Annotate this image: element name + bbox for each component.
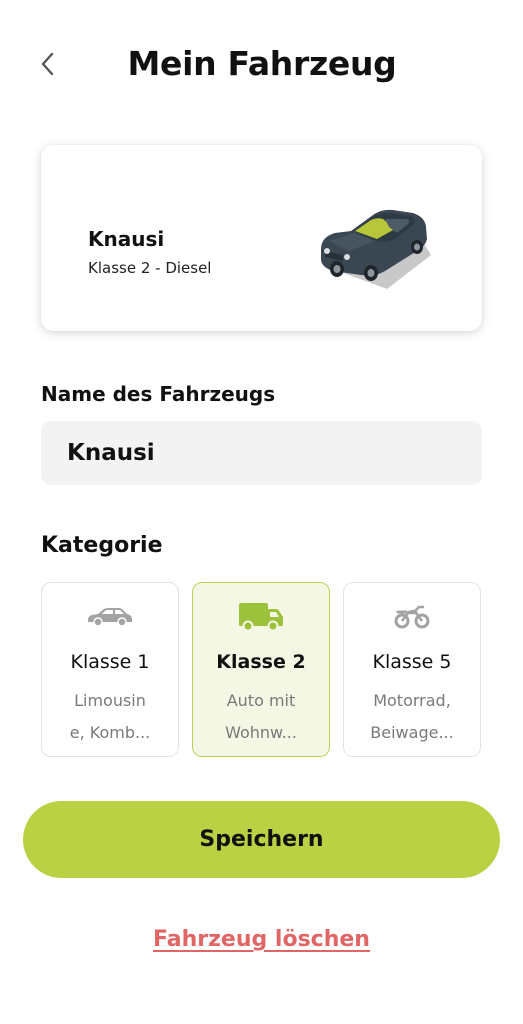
motorcycle-icon: [394, 605, 430, 629]
category-tile-klasse-2[interactable]: Klasse 2 Auto mit Wohnw...: [192, 582, 330, 757]
category-title: Klasse 1: [70, 651, 150, 673]
category-title: Klasse 5: [372, 651, 452, 673]
save-button[interactable]: Speichern: [23, 801, 500, 878]
category-tile-klasse-1[interactable]: Klasse 1 Limousin e, Komb...: [41, 582, 179, 757]
category-title: Klasse 2: [216, 651, 306, 673]
vehicle-name-label: Name des Fahrzeugs: [41, 382, 276, 406]
category-description: Limousin e, Komb...: [69, 691, 151, 742]
vehicle-name-input[interactable]: [41, 421, 482, 485]
delete-vehicle-link[interactable]: Fahrzeug löschen: [0, 927, 523, 952]
category-description: Auto mit Wohnw...: [225, 691, 297, 742]
page-title: Mein Fahrzeug: [127, 44, 397, 83]
car-illustration: [321, 209, 431, 289]
category-options: Klasse 1 Limousin e, Komb... Klasse 2 Au…: [41, 582, 482, 757]
category-description: Motorrad, Beiwage...: [370, 691, 454, 742]
vehicle-screen: Mein Fahrzeug Knausi Klasse 2 - Diesel N…: [0, 0, 523, 1024]
car-icon: [88, 608, 132, 627]
vehicle-subtitle: Klasse 2 - Diesel: [88, 259, 212, 277]
vehicle-card[interactable]: Knausi Klasse 2 - Diesel: [41, 145, 482, 331]
category-tile-klasse-5[interactable]: Klasse 5 Motorrad, Beiwage...: [343, 582, 481, 757]
vehicle-name: Knausi: [88, 227, 165, 251]
van-icon: [239, 603, 283, 632]
category-label: Kategorie: [41, 533, 163, 558]
